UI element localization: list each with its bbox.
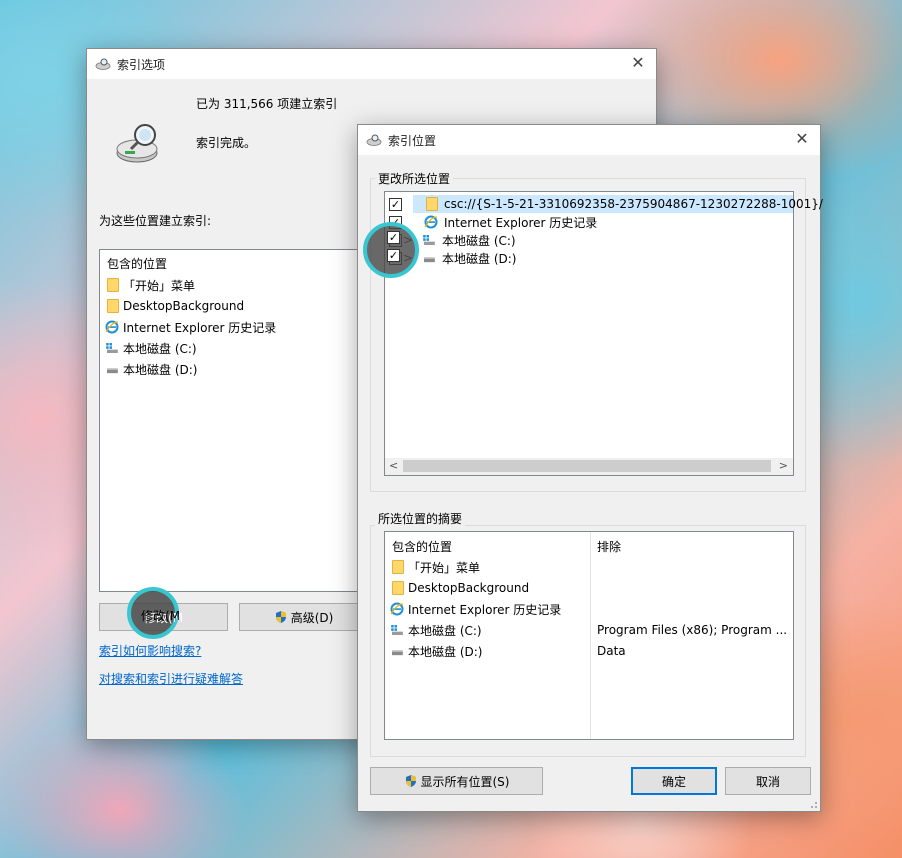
indexing-status-icon: [116, 124, 158, 163]
ie-icon: [424, 215, 438, 229]
list-item-label: DesktopBackground: [123, 299, 245, 313]
change-locations-label: 更改所选位置: [375, 170, 454, 187]
window-title: 索引位置: [388, 133, 437, 148]
list-item: 本地磁盘 (D:): [105, 359, 197, 379]
scroll-thumb[interactable]: [403, 460, 771, 472]
drive-icon: [424, 257, 435, 263]
close-icon[interactable]: ✕: [630, 55, 646, 71]
table-row: DesktopBackground: [392, 578, 529, 598]
summary-group-label: 所选位置的摘要: [375, 510, 466, 527]
excluded-value: Data: [597, 644, 626, 658]
row-label: 「开始」菜单: [408, 560, 481, 575]
list-item-label: 「开始」菜单: [123, 278, 196, 293]
checkbox-checked[interactable]: ✓: [387, 231, 400, 244]
list-item-label: 本地磁盘 (C:): [123, 341, 197, 356]
column-header-included: 包含的位置: [392, 540, 453, 554]
horizontal-scrollbar[interactable]: < >: [385, 458, 793, 475]
index-status-text: 索引完成。: [196, 136, 257, 150]
column-header-excluded: 排除: [597, 540, 622, 554]
window-title: 索引选项: [117, 57, 166, 72]
ok-button[interactable]: 确定: [631, 767, 717, 795]
row-label: Internet Explorer 历史记录: [408, 602, 562, 617]
list-header: 包含的位置: [107, 257, 168, 271]
table-row-excluded: Data: [597, 641, 626, 661]
uac-shield-icon: [405, 775, 416, 787]
locations-section-label: 为这些位置建立索引:: [99, 214, 212, 228]
app-icon: [95, 58, 111, 70]
scroll-right-arrow[interactable]: >: [779, 459, 788, 472]
ok-label: 确定: [661, 774, 686, 789]
excluded-value: Program Files (x86); Program ...: [597, 623, 788, 637]
location-tree[interactable]: ✓ csc://{S-1-5-21-3310692358-2375904867-…: [384, 191, 823, 476]
list-item-label: 本地磁盘 (D:): [123, 362, 198, 377]
ie-icon: [390, 602, 404, 616]
show-all-label: 显示所有位置(S): [420, 774, 510, 789]
summary-table: 包含的位置 排除 「开始」菜单 DesktopBackground Intern…: [384, 531, 794, 740]
highlighted-checkboxes: ✓ ✓: [387, 231, 400, 262]
modify-button-label-overlay: 修改(M: [141, 609, 181, 623]
resize-grip-icon[interactable]: [808, 799, 818, 809]
table-row: 本地磁盘 (C:): [390, 620, 482, 640]
folder-icon: [392, 581, 404, 595]
list-item: Internet Explorer 历史记录: [105, 317, 276, 337]
tree-item-label: Internet Explorer 历史记录: [444, 215, 598, 230]
checkbox-checked[interactable]: ✓: [389, 197, 402, 211]
table-row: 「开始」菜单: [392, 557, 480, 577]
uac-shield-icon: [275, 611, 286, 623]
table-row: 本地磁盘 (D:): [390, 641, 482, 661]
drive-icon: [392, 650, 403, 656]
windows-drive-icon: [423, 235, 435, 245]
advanced-button-label: 高级(D): [290, 610, 334, 625]
close-icon[interactable]: ✕: [794, 131, 810, 147]
tree-item-label: csc://{S-1-5-21-3310692358-2375904867-12…: [444, 197, 823, 211]
tree-item-label: 本地磁盘 (C:): [442, 233, 516, 248]
app-icon: [366, 134, 382, 146]
tree-item-label: 本地磁盘 (D:): [442, 251, 517, 266]
row-label: 本地磁盘 (D:): [408, 644, 483, 659]
tree-item[interactable]: ✓ csc://{S-1-5-21-3310692358-2375904867-…: [389, 194, 823, 214]
table-row-excluded: Program Files (x86); Program ...: [597, 620, 787, 640]
title-bar[interactable]: 索引位置 ✕: [358, 125, 820, 155]
folder-icon: [107, 299, 119, 313]
advanced-button[interactable]: 高级(D): [239, 603, 368, 631]
windows-drive-icon: [106, 343, 118, 353]
scroll-left-arrow[interactable]: <: [389, 459, 398, 472]
index-count-text: 已为 311,566 项建立索引: [196, 97, 338, 111]
cancel-button[interactable]: 取消: [725, 767, 811, 795]
drive-icon: [107, 368, 118, 374]
list-item: 本地磁盘 (C:): [105, 338, 197, 358]
folder-icon: [107, 278, 119, 292]
table-row: Internet Explorer 历史记录: [390, 599, 561, 619]
troubleshoot-link[interactable]: 对搜索和索引进行疑难解答: [99, 670, 243, 687]
list-item-label: Internet Explorer 历史记录: [123, 320, 277, 335]
title-bar[interactable]: 索引选项 ✕: [87, 49, 656, 79]
row-label: DesktopBackground: [408, 581, 530, 595]
show-all-locations-button[interactable]: 显示所有位置(S): [370, 767, 543, 795]
cancel-label: 取消: [755, 774, 780, 789]
ie-icon: [105, 320, 119, 334]
how-indexing-affects-link[interactable]: 索引如何影响搜索?: [99, 642, 201, 659]
indexed-locations-window: 索引位置 ✕ 更改所选位置 ✓ csc://{S-1-5-21-33106923…: [357, 124, 823, 812]
row-label: 本地磁盘 (C:): [408, 623, 482, 638]
column-divider: [590, 532, 591, 739]
checkbox-checked[interactable]: ✓: [387, 249, 400, 262]
folder-icon: [426, 197, 438, 211]
list-item: 「开始」菜单: [107, 275, 195, 295]
folder-icon: [392, 560, 404, 574]
list-item: DesktopBackground: [107, 296, 244, 316]
windows-drive-icon: [391, 625, 403, 635]
tree-item[interactable]: ✓ Internet Explorer 历史记录: [389, 212, 597, 232]
